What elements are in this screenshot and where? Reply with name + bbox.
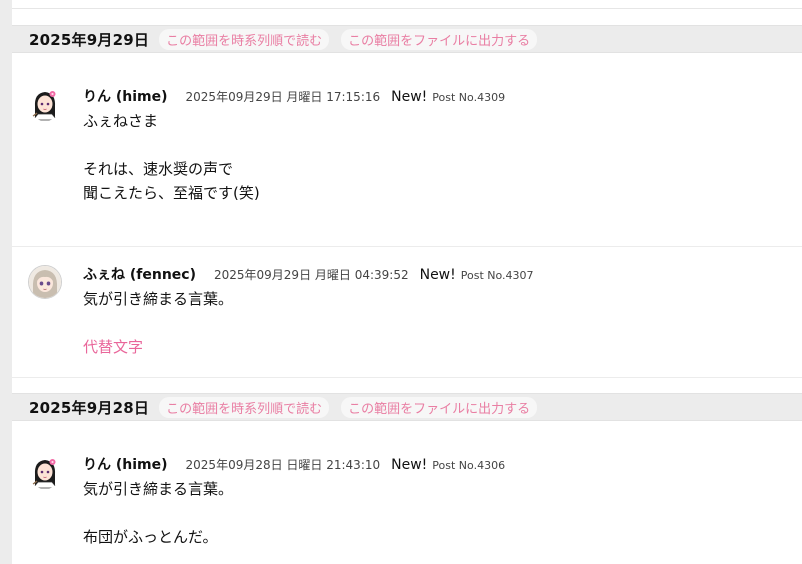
post-timestamp: 2025年09月29日 月曜日 04:39:52 bbox=[213, 268, 409, 282]
author-name[interactable]: ふぇね (fennec) bbox=[83, 264, 196, 284]
post-item: りん (hime) 2025年09月29日 月曜日 17:15:16 New! … bbox=[12, 53, 802, 247]
date-label: 2025年9月28日 bbox=[29, 398, 150, 417]
post-number[interactable]: Post No.4309 bbox=[432, 91, 505, 104]
post-body: 気が引き締まる言葉。 布団がふっとんだ。 bbox=[83, 477, 233, 549]
top-strip bbox=[12, 0, 802, 9]
date-group: 2025年9月28日 この範囲を時系列順で読む この範囲をファイルに出力する bbox=[12, 393, 802, 421]
post-item: ふぇね (fennec) 2025年09月29日 月曜日 04:39:52 Ne… bbox=[12, 247, 802, 378]
image-alt-link[interactable]: 代替文字 bbox=[83, 338, 143, 356]
post-item: りん (hime) 2025年09月28日 日曜日 21:43:10 New! … bbox=[12, 421, 802, 564]
author-name[interactable]: りん (hime) bbox=[83, 454, 168, 474]
post-line: 気が引き締まる言葉。 bbox=[83, 290, 234, 308]
post-line: ふぇねさま bbox=[83, 112, 159, 130]
post-line: それは、速水奨の声で bbox=[83, 160, 234, 178]
author-name[interactable]: りん (hime) bbox=[83, 86, 168, 106]
post-timestamp: 2025年09月29日 月曜日 17:15:16 bbox=[185, 90, 381, 104]
post-header: りん (hime) 2025年09月29日 月曜日 17:15:16 New! … bbox=[83, 86, 505, 106]
export-to-file-link[interactable]: この範囲をファイルに出力する bbox=[341, 28, 538, 50]
bbs-page: 2025年9月29日 この範囲を時系列順で読む この範囲をファイルに出力する り… bbox=[12, 0, 802, 564]
hime-avatar-icon[interactable] bbox=[28, 87, 62, 121]
post-header: ふぇね (fennec) 2025年09月29日 月曜日 04:39:52 Ne… bbox=[83, 264, 534, 284]
post-header: りん (hime) 2025年09月28日 日曜日 21:43:10 New! … bbox=[83, 454, 505, 474]
post-number[interactable]: Post No.4306 bbox=[432, 459, 505, 472]
post-line: 気が引き締まる言葉。 bbox=[83, 480, 234, 498]
post-line: 聞こえたら、至福です(笑) bbox=[83, 184, 260, 202]
hime-avatar-icon[interactable] bbox=[28, 455, 62, 489]
new-badge: New! bbox=[419, 267, 456, 283]
post-line: 布団がふっとんだ。 bbox=[83, 528, 218, 546]
read-chronological-link[interactable]: この範囲を時系列順で読む bbox=[159, 396, 330, 418]
date-group: 2025年9月29日 この範囲を時系列順で読む この範囲をファイルに出力する bbox=[12, 25, 802, 53]
fennec-avatar-icon[interactable] bbox=[28, 265, 62, 299]
post-timestamp: 2025年09月28日 日曜日 21:43:10 bbox=[185, 458, 381, 472]
post-body: 気が引き締まる言葉。 代替文字 bbox=[83, 287, 233, 359]
date-bar: 2025年9月29日 この範囲を時系列順で読む この範囲をファイルに出力する bbox=[12, 25, 802, 53]
post-body: ふぇねさま それは、速水奨の声で 聞こえたら、至福です(笑) bbox=[83, 109, 260, 205]
new-badge: New! bbox=[391, 457, 428, 473]
read-chronological-link[interactable]: この範囲を時系列順で読む bbox=[159, 28, 330, 50]
export-to-file-link[interactable]: この範囲をファイルに出力する bbox=[341, 396, 538, 418]
new-badge: New! bbox=[391, 89, 428, 105]
date-label: 2025年9月29日 bbox=[29, 30, 150, 49]
post-number[interactable]: Post No.4307 bbox=[461, 269, 534, 282]
date-bar: 2025年9月28日 この範囲を時系列順で読む この範囲をファイルに出力する bbox=[12, 393, 802, 421]
